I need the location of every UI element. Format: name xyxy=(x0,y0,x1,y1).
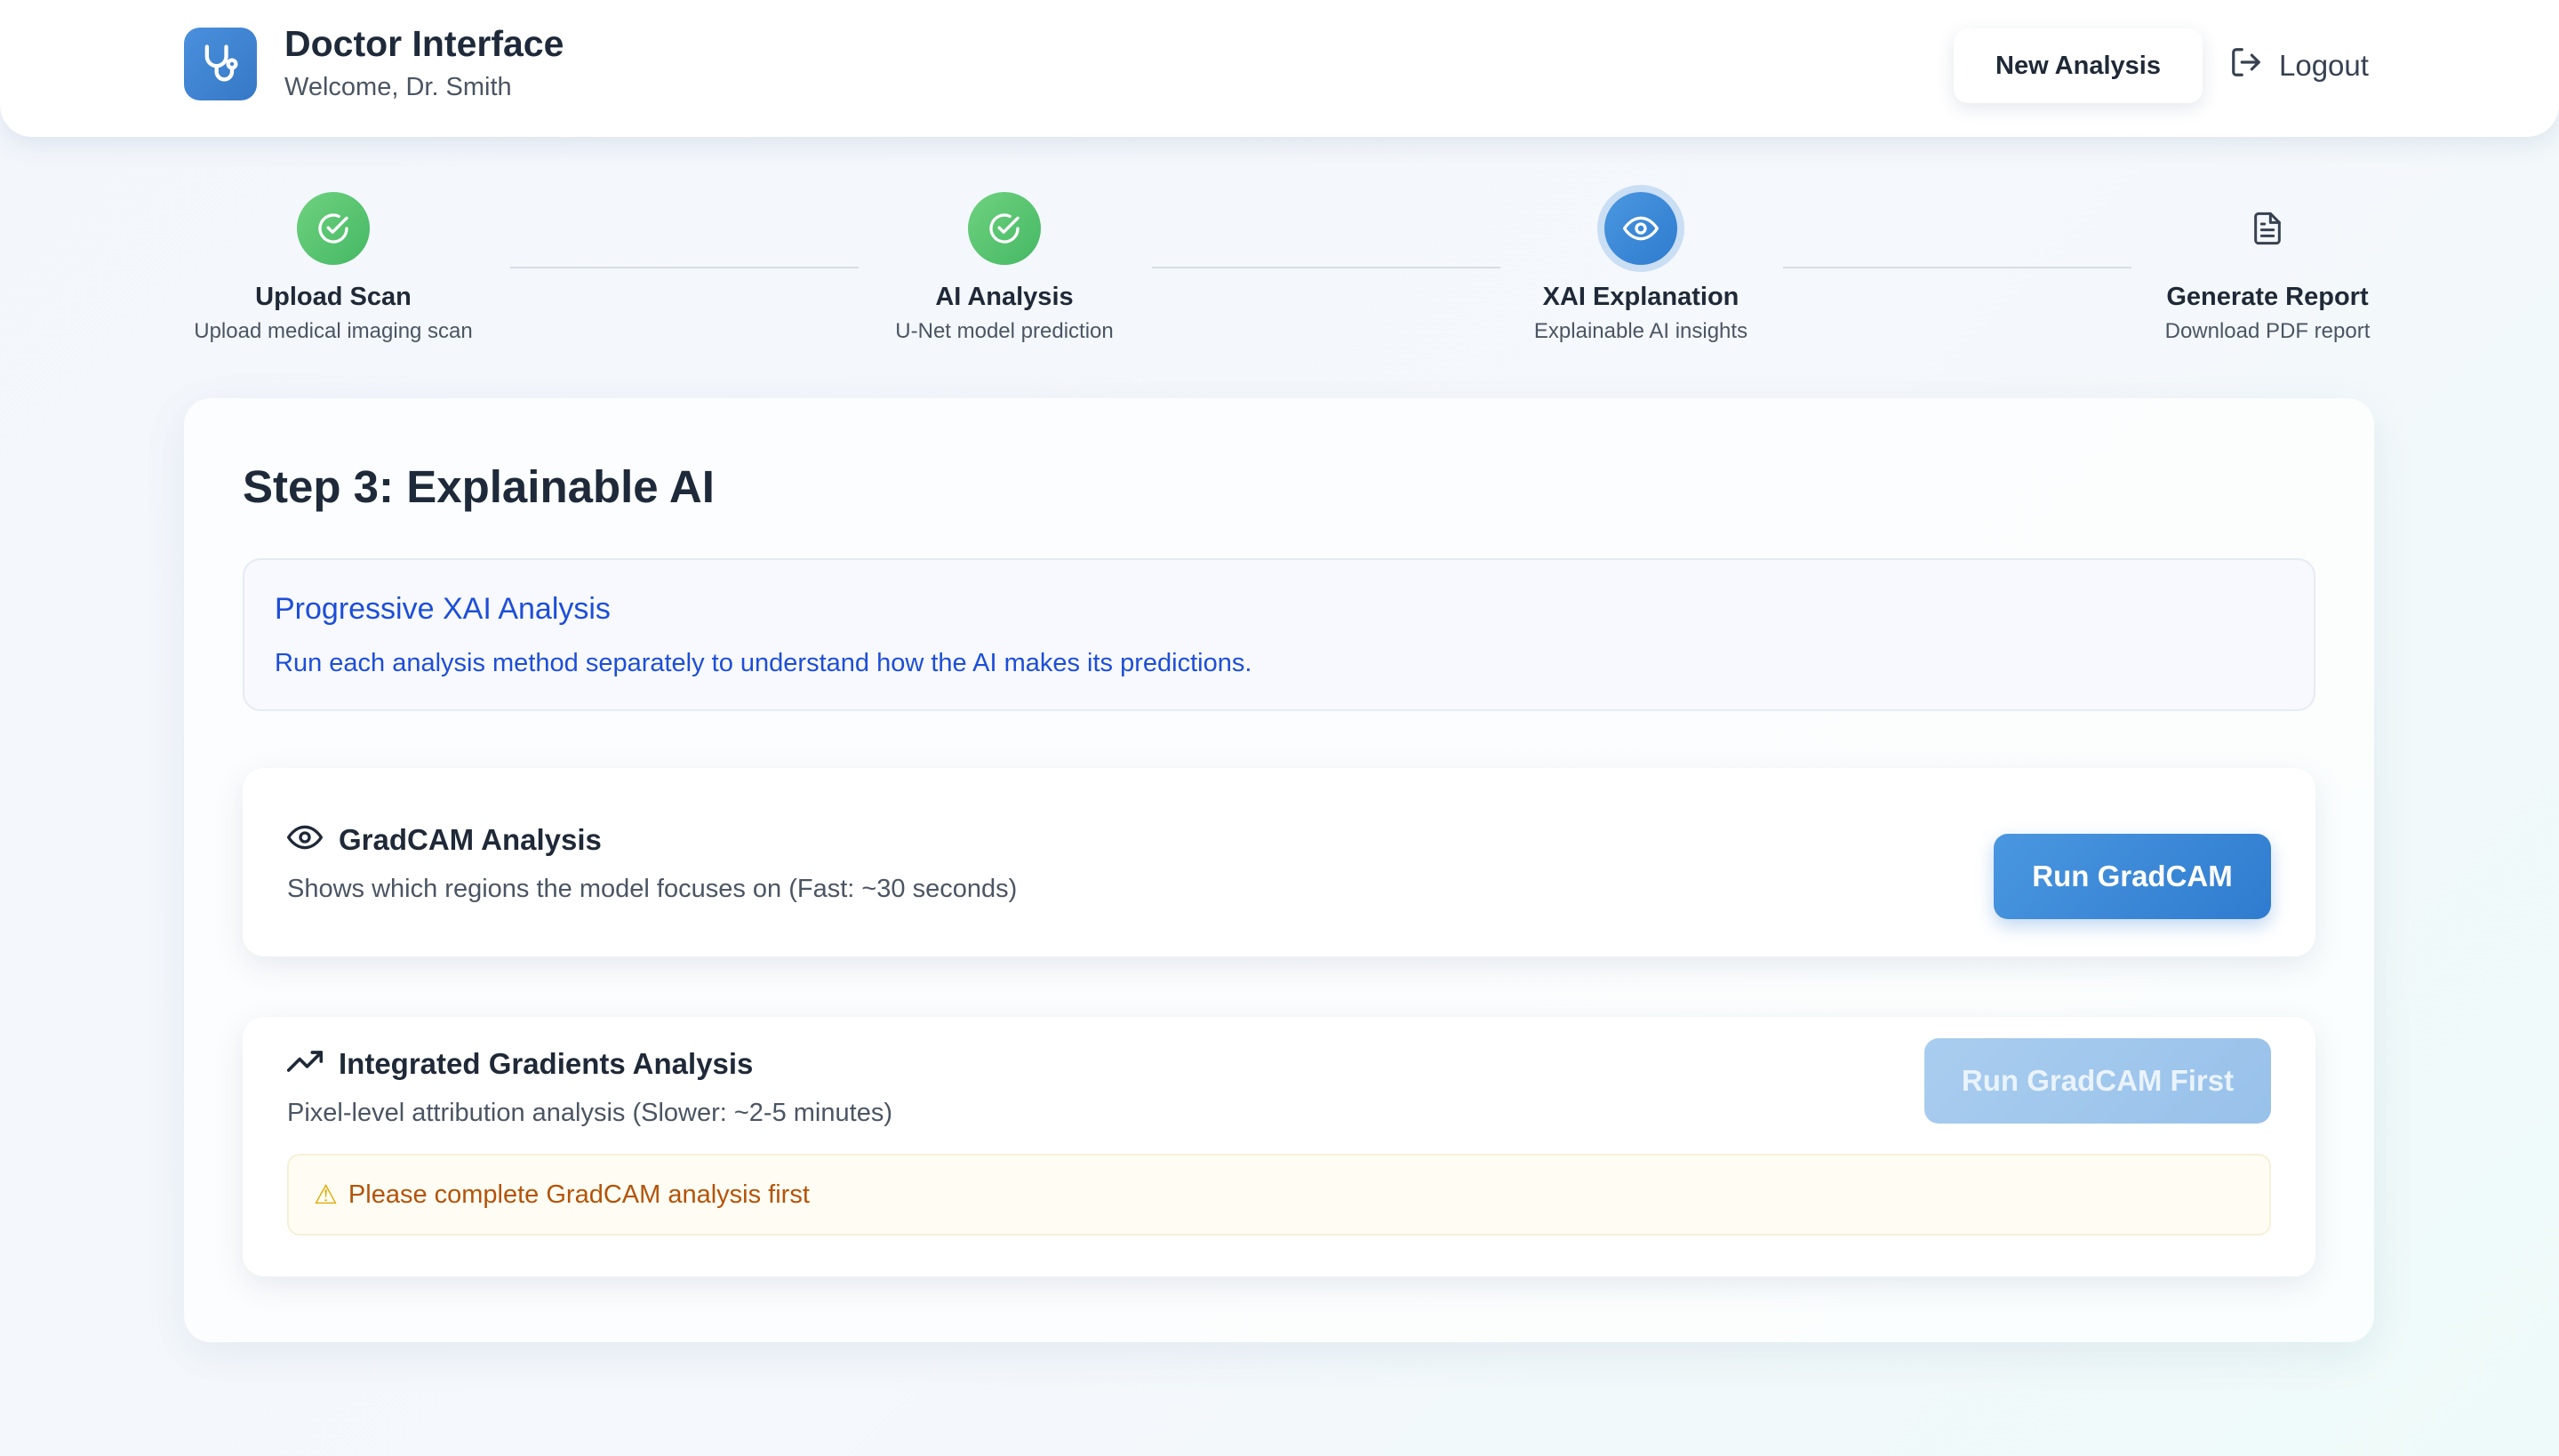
step-sublabel: Download PDF report xyxy=(2164,319,2371,343)
check-circle-icon xyxy=(968,192,1041,265)
app-title: Doctor Interface xyxy=(284,23,564,64)
step-label: AI Analysis xyxy=(935,283,1074,311)
step-ai-analysis: AI Analysis U-Net model prediction xyxy=(862,192,1147,344)
logout-icon xyxy=(2229,45,2263,86)
run-gradcam-button[interactable]: Run GradCAM xyxy=(1994,834,2271,919)
eye-icon xyxy=(1604,192,1677,265)
gradcam-header: GradCAM Analysis xyxy=(287,820,602,860)
new-analysis-button[interactable]: New Analysis xyxy=(1954,28,2203,103)
trending-up-icon xyxy=(286,1044,324,1084)
method-title: Integrated Gradients Analysis xyxy=(339,1046,754,1080)
info-text: Run each analysis method separately to u… xyxy=(275,649,1252,677)
step-sublabel: Upload medical imaging scan xyxy=(194,319,473,343)
step-label: XAI Explanation xyxy=(1542,283,1739,311)
eye-icon xyxy=(287,820,323,860)
info-title: Progressive XAI Analysis xyxy=(275,592,611,626)
app-header: Doctor Interface Welcome, Dr. Smith New … xyxy=(0,0,2559,137)
warning-icon: ⚠ xyxy=(314,1180,338,1210)
step-connector xyxy=(1783,267,2131,268)
step-generate-report: Generate Report Download PDF report xyxy=(2125,192,2410,344)
step-upload-scan: Upload Scan Upload medical imaging scan xyxy=(191,192,476,344)
page-title: Step 3: Explainable AI xyxy=(243,461,715,512)
step-xai-explanation: XAI Explanation Explainable AI insights xyxy=(1499,192,1783,344)
info-box: Progressive XAI Analysis Run each analys… xyxy=(243,558,2315,711)
step-sublabel: U-Net model prediction xyxy=(895,319,1114,343)
gradcam-card: GradCAM Analysis Shows which regions the… xyxy=(243,768,2315,956)
xai-step-card: Step 3: Explainable AI Progressive XAI A… xyxy=(184,398,2374,1342)
step-label: Generate Report xyxy=(2166,283,2369,311)
method-title: GradCAM Analysis xyxy=(339,822,602,856)
step-sublabel: Explainable AI insights xyxy=(1533,319,1748,343)
welcome-text: Welcome, Dr. Smith xyxy=(284,73,512,101)
logout-label: Logout xyxy=(2279,49,2369,82)
integrated-gradients-header: Integrated Gradients Analysis xyxy=(286,1044,754,1084)
step-connector xyxy=(1152,267,1500,268)
check-circle-icon xyxy=(297,192,370,265)
run-integrated-gradients-button[interactable]: Run GradCAM First xyxy=(1924,1038,2271,1124)
step-label: Upload Scan xyxy=(255,283,412,311)
method-description: Shows which regions the model focuses on… xyxy=(287,875,1018,903)
step-connector xyxy=(510,267,859,268)
warning-text: Please complete GradCAM analysis first xyxy=(348,1180,810,1209)
warning-banner: ⚠ Please complete GradCAM analysis first xyxy=(287,1154,2271,1236)
integrated-gradients-card: Integrated Gradients Analysis Pixel-leve… xyxy=(243,1017,2315,1276)
logout-button[interactable]: Logout xyxy=(2229,39,2369,92)
document-icon xyxy=(2231,192,2304,265)
method-description: Pixel-level attribution analysis (Slower… xyxy=(287,1099,892,1127)
stethoscope-icon xyxy=(184,28,257,100)
